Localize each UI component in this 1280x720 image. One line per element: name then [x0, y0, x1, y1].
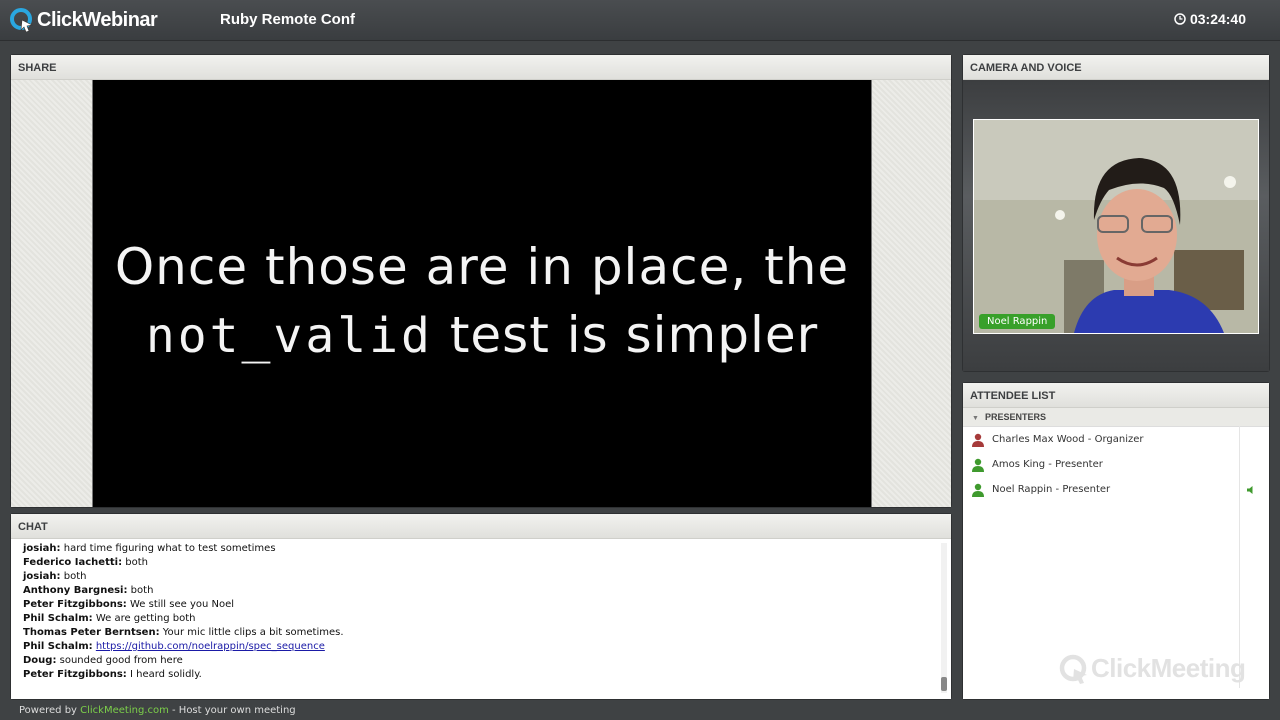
- chat-message-list: josiah: hard time figuring what to test …: [23, 542, 923, 682]
- presenter-icon: [972, 458, 984, 472]
- slide-text-line-2: not_valid test is simpler: [93, 306, 871, 364]
- camera-panel: CAMERA AND VOICE Noel Rappin: [963, 55, 1269, 371]
- presenter-video: Noel Rappin: [973, 119, 1259, 334]
- attendee-name: Charles Max Wood - Organizer: [992, 434, 1144, 445]
- chat-author: josiah:: [23, 543, 61, 554]
- camera-panel-header: CAMERA AND VOICE: [963, 55, 1269, 80]
- attendee-column-divider: [1239, 426, 1240, 688]
- attendee-row[interactable]: Amos King - Presenter: [963, 452, 1269, 477]
- slide-text-rest: test is simpler: [432, 306, 819, 364]
- organizer-icon: [972, 433, 984, 447]
- attendee-panel-header: ATTENDEE LIST: [963, 383, 1269, 408]
- chat-message: Peter Fitzgibbons: I heard solidly.: [23, 668, 923, 682]
- chat-author: Peter Fitzgibbons:: [23, 669, 127, 680]
- attendee-panel: ATTENDEE LIST ▼ PRESENTERS Charles Max Wo…: [963, 383, 1269, 699]
- attendee-row[interactable]: Noel Rappin - Presenter: [963, 477, 1269, 502]
- top-bar: ClickWebinar Ruby Remote Conf 03:24:40: [0, 0, 1280, 41]
- clickmeeting-link[interactable]: ClickMeeting.com: [80, 705, 169, 716]
- chat-text: I heard solidly.: [126, 669, 202, 680]
- clickmeeting-logo-icon: [1059, 654, 1087, 684]
- timer-text: 03:24:40: [1189, 11, 1246, 27]
- footer: Powered by ClickMeeting.com - Host your …: [19, 705, 296, 716]
- session-timer: 03:24:40: [1174, 11, 1246, 27]
- chat-author: Thomas Peter Berntsen:: [23, 627, 160, 638]
- chat-scrollbar-thumb[interactable]: [941, 677, 947, 691]
- app-name: ClickWebinar: [37, 8, 158, 31]
- chat-text: hard time figuring what to test sometime…: [60, 543, 276, 554]
- chat-area: josiah: hard time figuring what to test …: [11, 539, 951, 699]
- chat-author: Anthony Bargnesi:: [23, 585, 128, 596]
- chat-text: both: [122, 557, 148, 568]
- share-area: Once those are in place, the not_valid t…: [11, 80, 951, 507]
- chat-text: sounded good from here: [56, 655, 183, 666]
- slide-code-text: not_valid: [145, 308, 433, 364]
- chat-text: Your mic little clips a bit sometimes.: [159, 627, 344, 638]
- collapse-triangle-icon: ▼: [972, 415, 979, 422]
- footer-prefix: Powered by: [19, 705, 81, 716]
- clock-icon: [1174, 13, 1186, 25]
- share-panel: SHARE Once those are in place, the not_v…: [11, 55, 951, 507]
- clickwebinar-logo: ClickWebinar: [10, 7, 158, 33]
- chat-panel-header: CHAT: [11, 514, 951, 539]
- chat-message: Peter Fitzgibbons: We still see you Noel: [23, 598, 923, 612]
- chat-message: josiah: hard time figuring what to test …: [23, 542, 923, 556]
- clickwebinar-logo-icon: [10, 8, 33, 32]
- chat-author: josiah:: [23, 571, 61, 582]
- chat-author: Doug:: [23, 655, 57, 666]
- clickmeeting-watermark: ClickMeeting: [1059, 653, 1246, 684]
- chat-message: Anthony Bargnesi: both: [23, 584, 923, 598]
- camera-area: Noel Rappin: [963, 80, 1269, 371]
- conference-title: Ruby Remote Conf: [220, 11, 355, 28]
- chat-author: Phil Schalm:: [23, 641, 93, 652]
- chat-message: josiah: both: [23, 570, 923, 584]
- chat-text: both: [60, 571, 87, 582]
- chat-message: Phil Schalm: https://github.com/noelrapp…: [23, 640, 923, 654]
- chat-link[interactable]: https://github.com/noelrappin/spec_seque…: [96, 641, 325, 652]
- speaking-icon: [1247, 485, 1253, 494]
- attendee-name: Amos King - Presenter: [992, 459, 1103, 470]
- chat-text: both: [127, 585, 154, 596]
- chat-scrollbar[interactable]: [941, 543, 947, 693]
- presenter-video-image: [974, 120, 1258, 333]
- presenters-group-header[interactable]: ▼ PRESENTERS: [963, 408, 1269, 427]
- chat-message: Federico Iachetti: both: [23, 556, 923, 570]
- chat-panel: CHAT josiah: hard time figuring what to …: [11, 514, 951, 699]
- presenter-name-tag: Noel Rappin: [979, 314, 1056, 329]
- chat-message: Phil Schalm: We are getting both: [23, 612, 923, 626]
- chat-author: Phil Schalm:: [23, 613, 93, 624]
- presenter-icon: [972, 483, 984, 497]
- attendee-name: Noel Rappin - Presenter: [992, 484, 1111, 495]
- attendee-list: ▼ PRESENTERS Charles Max Wood - Organizer…: [963, 408, 1269, 699]
- share-panel-header: SHARE: [11, 55, 951, 80]
- group-label: PRESENTERS: [984, 412, 1046, 422]
- chat-author: Peter Fitzgibbons:: [23, 599, 127, 610]
- presentation-slide: Once those are in place, the not_valid t…: [92, 80, 872, 507]
- chat-text: We are getting both: [92, 613, 196, 624]
- chat-message: Doug: sounded good from here: [23, 654, 923, 668]
- slide-text-line-1: Once those are in place, the: [114, 238, 850, 296]
- watermark-text: ClickMeeting: [1091, 653, 1246, 683]
- chat-text: We still see you Noel: [126, 599, 235, 610]
- footer-suffix: - Host your own meeting: [168, 705, 296, 716]
- attendee-row[interactable]: Charles Max Wood - Organizer: [963, 427, 1269, 452]
- chat-author: Federico Iachetti:: [23, 557, 123, 568]
- chat-message: Thomas Peter Berntsen: Your mic little c…: [23, 626, 923, 640]
